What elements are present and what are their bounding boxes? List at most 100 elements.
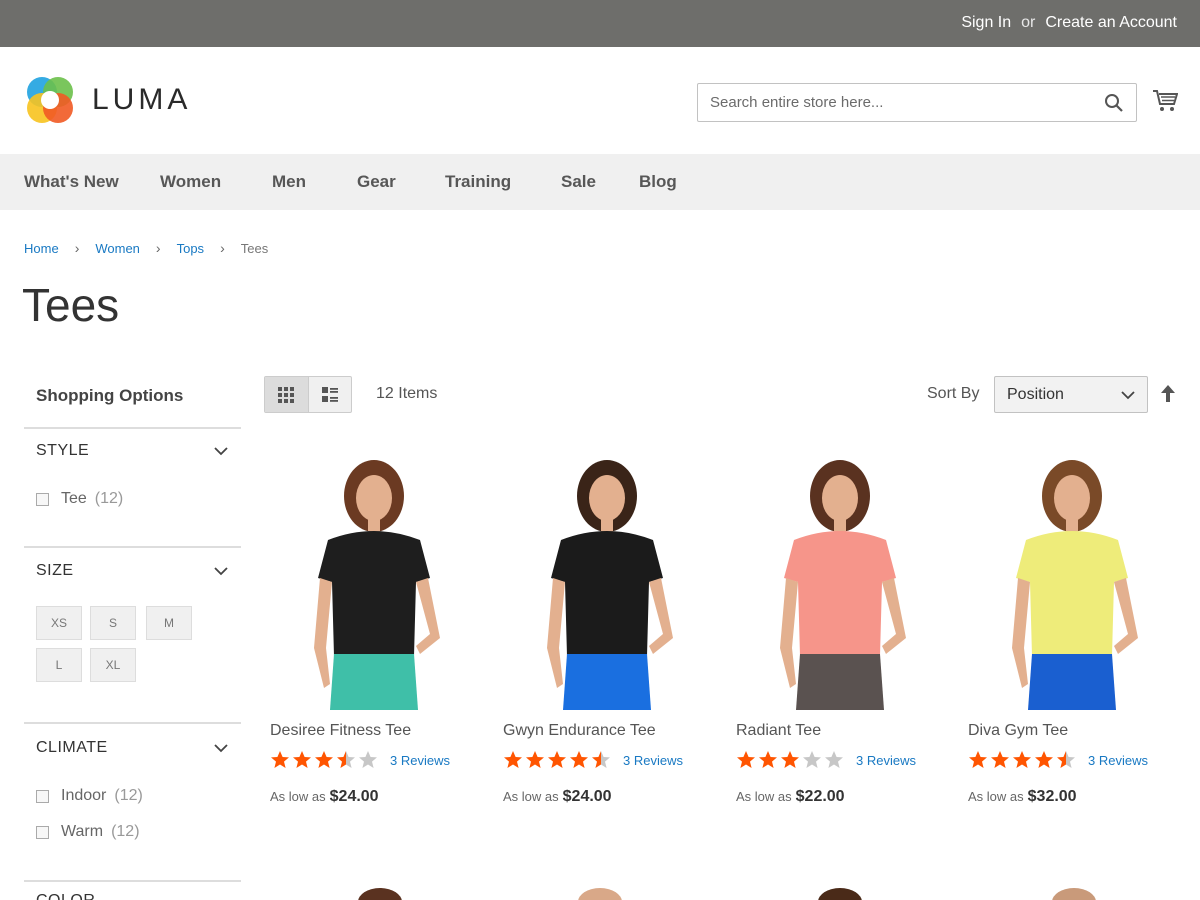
product-image[interactable] xyxy=(270,448,486,710)
size-swatch-xl[interactable]: XL xyxy=(90,648,136,682)
filter-color-label: COLOR xyxy=(36,892,95,900)
chevron-down-icon xyxy=(1121,391,1135,400)
product-name[interactable]: Diva Gym Tee xyxy=(968,722,1184,740)
sign-in-link[interactable]: Sign In xyxy=(961,14,1011,32)
reviews-link[interactable]: 3 Reviews xyxy=(856,753,916,768)
sort-direction-arrow-icon[interactable] xyxy=(1159,384,1177,404)
star-filled-icon xyxy=(737,751,755,768)
create-account-link[interactable]: Create an Account xyxy=(1045,14,1177,32)
filter-style-header[interactable]: STYLE xyxy=(36,442,228,460)
star-filled-icon xyxy=(759,751,777,768)
reviews-link[interactable]: 3 Reviews xyxy=(623,753,683,768)
or-text: or xyxy=(1021,14,1036,31)
product-price: As low as $24.00 xyxy=(503,788,719,806)
nav-item-blog[interactable]: Blog xyxy=(639,172,677,192)
nav-item-gear[interactable]: Gear xyxy=(357,172,396,192)
star-filled-icon xyxy=(570,751,588,768)
star-filled-icon xyxy=(1013,751,1031,768)
product-image[interactable] xyxy=(968,448,1184,710)
reviews-link[interactable]: 3 Reviews xyxy=(1088,753,1148,768)
filter-climate-label: CLIMATE xyxy=(36,739,108,756)
breadcrumb-women[interactable]: Women xyxy=(95,241,140,256)
price-label: As low as xyxy=(968,789,1024,804)
price-label: As low as xyxy=(736,789,792,804)
filter-color-header[interactable]: COLOR xyxy=(36,892,228,900)
star-half-icon xyxy=(337,751,355,768)
filter-option-warm[interactable]: Warm (12) xyxy=(36,823,140,841)
divider xyxy=(24,722,241,724)
price-label: As low as xyxy=(270,789,326,804)
breadcrumb: Home › Women › Tops › Tees xyxy=(24,240,268,256)
product-image[interactable] xyxy=(736,448,952,710)
star-filled-icon xyxy=(991,751,1009,768)
product-card[interactable]: Radiant Tee 3 Reviews As low as $22.00 xyxy=(736,448,952,806)
checkbox[interactable] xyxy=(36,492,49,506)
filter-option-tee[interactable]: Tee (12) xyxy=(36,490,123,508)
star-empty-icon xyxy=(803,751,821,768)
star-filled-icon xyxy=(1035,751,1053,768)
checkbox[interactable] xyxy=(36,789,49,803)
product-name[interactable]: Radiant Tee xyxy=(736,722,952,740)
star-half-icon xyxy=(1057,751,1075,768)
nav-item-whats-new[interactable]: What's New xyxy=(24,172,119,192)
product-price: As low as $32.00 xyxy=(968,788,1184,806)
chevron-down-icon xyxy=(214,567,228,576)
breadcrumb-home[interactable]: Home xyxy=(24,241,59,256)
grid-view-button[interactable] xyxy=(265,377,308,412)
cart-icon[interactable] xyxy=(1152,88,1178,114)
search-icon[interactable] xyxy=(1104,93,1124,113)
account-links: Sign In or Create an Account xyxy=(961,14,1177,32)
product-image[interactable] xyxy=(503,448,719,710)
breadcrumb-current: Tees xyxy=(240,240,269,256)
breadcrumb-separator: › xyxy=(155,240,161,256)
size-swatch-l[interactable]: L xyxy=(36,648,82,682)
grid-icon xyxy=(278,386,295,403)
breadcrumb-tops[interactable]: Tops xyxy=(177,241,204,256)
filter-option-indoor[interactable]: Indoor (12) xyxy=(36,787,143,805)
chevron-down-icon xyxy=(214,744,228,753)
rating-stars xyxy=(968,750,1078,770)
size-swatch-xs[interactable]: XS xyxy=(36,606,82,640)
star-filled-icon xyxy=(315,751,333,768)
product-rating: 3 Reviews xyxy=(270,750,486,770)
product-card[interactable]: Desiree Fitness Tee 3 Reviews As low as $… xyxy=(270,448,486,806)
size-swatch-m[interactable]: M xyxy=(146,606,192,640)
rating-stars xyxy=(736,750,846,770)
product-rating: 3 Reviews xyxy=(503,750,719,770)
price-value: $32.00 xyxy=(1027,788,1077,805)
list-icon xyxy=(321,386,338,402)
sort-select-value: Position xyxy=(1007,386,1064,403)
product-name[interactable]: Gwyn Endurance Tee xyxy=(503,722,719,740)
checkbox[interactable] xyxy=(36,825,49,839)
option-label: Tee xyxy=(61,490,87,507)
page-title: Tees xyxy=(22,279,120,331)
luma-logo[interactable]: LUMA xyxy=(24,74,191,126)
option-count: (12) xyxy=(114,787,143,804)
price-value: $22.00 xyxy=(795,788,845,805)
list-view-button[interactable] xyxy=(307,377,351,412)
divider xyxy=(24,546,241,548)
star-filled-icon xyxy=(271,751,289,768)
rating-stars xyxy=(270,750,380,770)
nav-item-sale[interactable]: Sale xyxy=(561,172,596,192)
nav-item-women[interactable]: Women xyxy=(160,172,221,192)
product-name[interactable]: Desiree Fitness Tee xyxy=(270,722,486,740)
star-filled-icon xyxy=(526,751,544,768)
reviews-link[interactable]: 3 Reviews xyxy=(390,753,450,768)
search-input[interactable] xyxy=(698,84,1088,121)
option-count: (12) xyxy=(94,490,124,507)
filter-climate-header[interactable]: CLIMATE xyxy=(36,739,228,757)
filter-size-header[interactable]: SIZE xyxy=(36,562,228,580)
product-image-partial xyxy=(818,888,862,900)
chevron-down-icon xyxy=(214,447,228,456)
product-card[interactable]: Diva Gym Tee 3 Reviews As low as $32.00 xyxy=(968,448,1184,806)
nav-item-training[interactable]: Training xyxy=(445,172,511,192)
sort-select[interactable]: Position xyxy=(994,376,1148,413)
size-swatch-s[interactable]: S xyxy=(90,606,136,640)
product-card[interactable]: Gwyn Endurance Tee 3 Reviews As low as $2… xyxy=(503,448,719,806)
search-box xyxy=(697,83,1137,122)
product-image-partial xyxy=(358,888,402,900)
filter-style-label: STYLE xyxy=(36,442,90,459)
divider xyxy=(24,880,241,882)
nav-item-men[interactable]: Men xyxy=(272,172,306,192)
